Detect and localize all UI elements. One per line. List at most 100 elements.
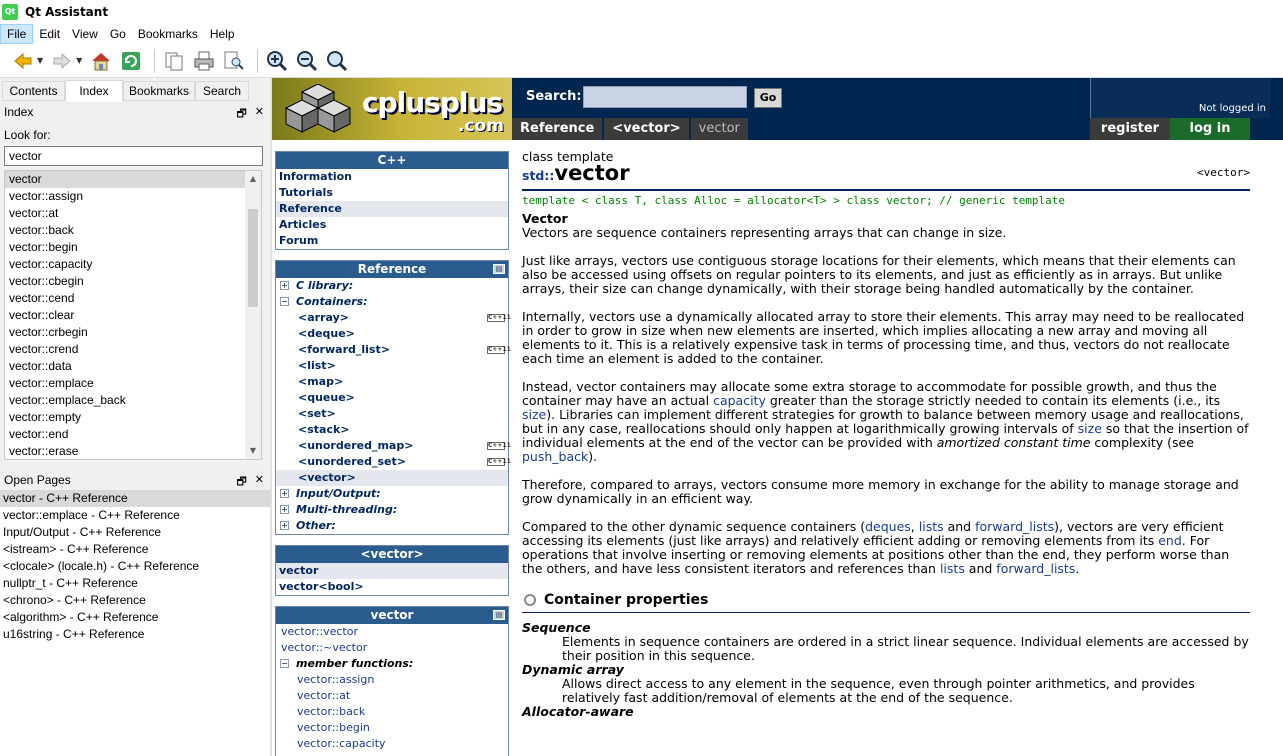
- index-list-item[interactable]: vector: [5, 171, 245, 188]
- tree-c-library[interactable]: + C library:: [276, 278, 508, 294]
- index-list-item[interactable]: vector::back: [5, 222, 245, 239]
- index-list-item[interactable]: vector::capacity: [5, 256, 245, 273]
- member-link[interactable]: vector::~vector: [276, 640, 508, 656]
- tree-input-output[interactable]: + Input/Output:: [276, 486, 508, 502]
- zoom-in-icon[interactable]: [264, 48, 290, 74]
- index-list-item[interactable]: vector::end: [5, 426, 245, 443]
- print-icon[interactable]: [191, 48, 217, 74]
- back-dropdown-icon[interactable]: ▼: [37, 56, 43, 65]
- collapse-icon[interactable]: −: [280, 659, 289, 668]
- forward-arrow-icon[interactable]: [49, 48, 75, 74]
- open-page-item[interactable]: vector::emplace - C++ Reference: [0, 507, 270, 524]
- member-function-link[interactable]: vector::capacity: [276, 736, 508, 752]
- site-go-button[interactable]: Go: [754, 88, 782, 108]
- copy-icon[interactable]: [161, 48, 187, 74]
- tree-header-item[interactable]: <unordered_map> C++11: [276, 438, 511, 454]
- tab-search[interactable]: Search: [195, 81, 249, 101]
- index-list-item[interactable]: vector::at: [5, 205, 245, 222]
- login-button[interactable]: log in: [1170, 118, 1250, 140]
- open-page-item[interactable]: <chrono> - C++ Reference: [0, 592, 270, 609]
- tree-header-item[interactable]: <map>: [276, 374, 508, 390]
- deques-link[interactable]: deques: [865, 519, 911, 534]
- open-page-item[interactable]: u16string - C++ Reference: [0, 626, 270, 643]
- index-list-item[interactable]: vector::assign: [5, 188, 245, 205]
- index-list-item[interactable]: vector::crbegin: [5, 324, 245, 341]
- menu-bookmarks[interactable]: Bookmarks: [132, 24, 204, 44]
- tree-header-item[interactable]: <stack>: [276, 422, 508, 438]
- member-link[interactable]: vector::vector: [276, 624, 508, 640]
- breadcrumb-vector-header[interactable]: <vector>: [604, 118, 689, 140]
- collapse-icon[interactable]: −: [280, 297, 289, 306]
- size-link[interactable]: size: [1078, 421, 1102, 436]
- member-function-link[interactable]: vector::begin: [276, 720, 508, 736]
- index-list-item[interactable]: vector::begin: [5, 239, 245, 256]
- close-icon[interactable]: ✕: [255, 105, 264, 124]
- expand-icon[interactable]: +: [280, 281, 289, 290]
- tab-contents[interactable]: Contents: [2, 81, 65, 101]
- tree-other[interactable]: + Other:: [276, 518, 508, 534]
- menu-edit[interactable]: Edit: [33, 24, 66, 44]
- menu-help[interactable]: Help: [204, 24, 241, 44]
- index-list-item[interactable]: vector::emplace: [5, 375, 245, 392]
- index-list-item[interactable]: vector::cend: [5, 290, 245, 307]
- tree-containers[interactable]: − Containers:: [276, 294, 508, 310]
- tree-header-item[interactable]: <forward_list> C++11: [276, 342, 511, 358]
- breadcrumb-reference[interactable]: Reference: [512, 118, 603, 140]
- menu-go[interactable]: Go: [104, 24, 132, 44]
- forward-dropdown-icon[interactable]: ▼: [76, 56, 82, 65]
- back-arrow-icon[interactable]: [10, 48, 36, 74]
- open-page-item[interactable]: <algorithm> - C++ Reference: [0, 609, 270, 626]
- index-list-item[interactable]: vector::cbegin: [5, 273, 245, 290]
- member-function-link[interactable]: vector::assign: [276, 672, 508, 688]
- tree-header-item[interactable]: <deque>: [276, 326, 508, 342]
- member-function-link[interactable]: vector::back: [276, 704, 508, 720]
- index-search-input[interactable]: [4, 146, 263, 166]
- index-list-item[interactable]: vector::clear: [5, 307, 245, 324]
- tree-header-item[interactable]: <set>: [276, 406, 508, 422]
- tab-index[interactable]: Index: [65, 80, 123, 102]
- open-page-item[interactable]: Input/Output - C++ Reference: [0, 524, 270, 541]
- nav-information[interactable]: Information: [276, 169, 508, 185]
- tab-bookmarks[interactable]: Bookmarks: [123, 81, 195, 101]
- toggle-view-icon[interactable]: ▤: [493, 264, 505, 274]
- open-page-item[interactable]: nullptr_t - C++ Reference: [0, 575, 270, 592]
- scroll-up-icon[interactable]: ▲: [245, 171, 261, 187]
- tree-multi-threading[interactable]: + Multi-threading:: [276, 502, 508, 518]
- index-list-item[interactable]: vector::erase: [5, 443, 245, 459]
- tree-header-item[interactable]: <array> C++11: [276, 310, 511, 326]
- expand-icon[interactable]: +: [280, 489, 289, 498]
- zoom-out-icon[interactable]: [294, 48, 320, 74]
- nav-forum[interactable]: Forum: [276, 233, 508, 249]
- find-icon[interactable]: [221, 48, 247, 74]
- scroll-thumb[interactable]: [248, 209, 258, 307]
- end-link[interactable]: end: [1158, 533, 1182, 548]
- index-list-item[interactable]: vector::data: [5, 358, 245, 375]
- index-list-item[interactable]: vector::crend: [5, 341, 245, 358]
- float-icon[interactable]: 🗗: [236, 105, 246, 124]
- menu-file[interactable]: File: [0, 24, 34, 44]
- home-icon[interactable]: [88, 48, 114, 74]
- site-logo[interactable]: cplusplus .com: [272, 78, 512, 140]
- tree-header-item[interactable]: <queue>: [276, 390, 508, 406]
- nav-tutorials[interactable]: Tutorials: [276, 185, 508, 201]
- tree-header-item[interactable]: <vector>: [276, 470, 508, 486]
- register-button[interactable]: register: [1090, 118, 1170, 140]
- index-scrollbar[interactable]: ▲ ▼: [245, 171, 261, 459]
- member-function-link[interactable]: vector::at: [276, 688, 508, 704]
- expand-icon[interactable]: +: [280, 505, 289, 514]
- site-search-input[interactable]: [583, 86, 747, 108]
- tree-header-item[interactable]: <unordered_set> C++11: [276, 454, 511, 470]
- nav-vector[interactable]: vector: [276, 563, 508, 579]
- sync-icon[interactable]: [118, 48, 144, 74]
- open-page-item[interactable]: <istream> - C++ Reference: [0, 541, 270, 558]
- push-back-link[interactable]: push_back: [522, 449, 588, 464]
- menu-view[interactable]: View: [66, 24, 104, 44]
- scroll-down-icon[interactable]: ▼: [245, 443, 261, 459]
- index-list[interactable]: vector vector::assign vector::at vector::ba…: [4, 170, 262, 460]
- tree-header-item[interactable]: <list>: [276, 358, 508, 374]
- open-page-item[interactable]: <clocale> (locale.h) - C++ Reference: [0, 558, 270, 575]
- size-link[interactable]: size: [522, 407, 546, 422]
- lists-link[interactable]: lists: [940, 561, 965, 576]
- forward-lists-link[interactable]: forward_lists: [975, 519, 1054, 534]
- zoom-reset-icon[interactable]: [324, 48, 350, 74]
